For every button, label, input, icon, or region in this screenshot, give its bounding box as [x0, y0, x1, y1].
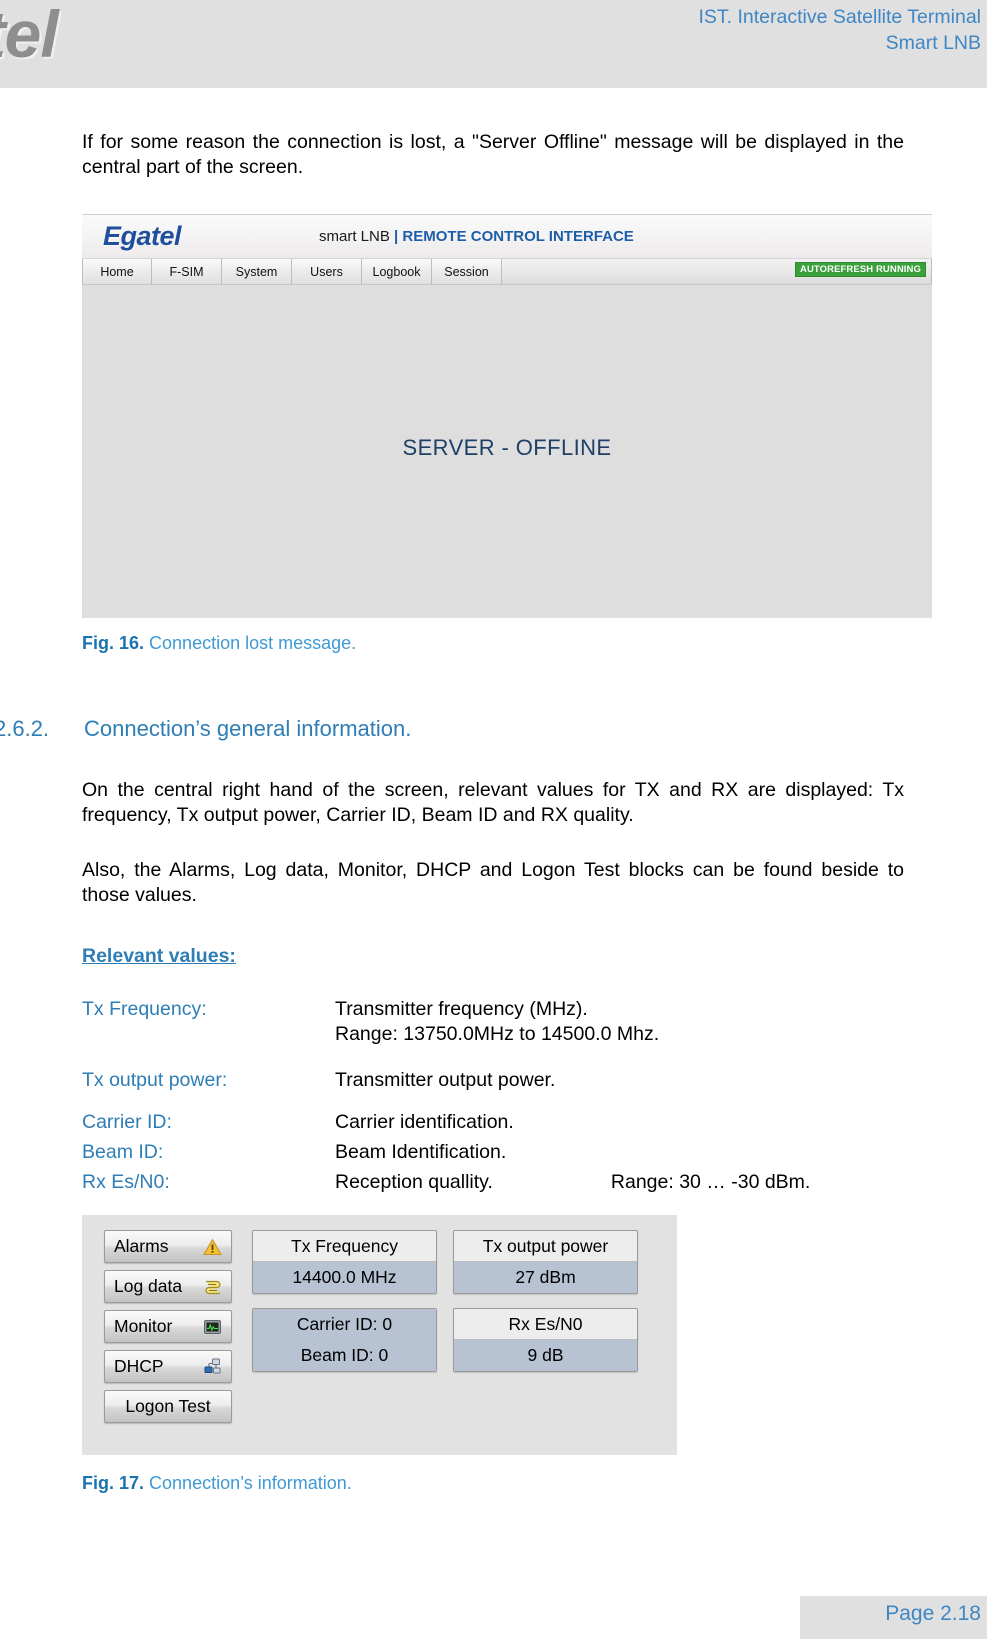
value-desc-beam-id: Beam Identification.: [335, 1141, 507, 1163]
rx-esn0-card: Rx Es/N0 9 dB: [453, 1308, 638, 1372]
value-term-tx-output-power: Tx output power:: [82, 1069, 228, 1091]
value-row-beam-id: Beam ID: Beam Identification.: [82, 1140, 912, 1165]
page-footer: Page 2.18: [800, 1596, 987, 1639]
value-cards: Tx Frequency 14400.0 MHz Carrier ID: 0 B…: [252, 1230, 638, 1423]
value-card-column-right: Tx output power 27 dBm Rx Es/N0 9 dB: [453, 1230, 638, 1423]
value-row-tx-frequency: Tx Frequency: Transmitter frequency (MHz)…: [82, 997, 912, 1047]
tx-output-power-card-label: Tx output power: [454, 1231, 637, 1262]
tx-frequency-card-label: Tx Frequency: [253, 1231, 436, 1262]
intro-paragraph: If for some reason the connection is los…: [82, 131, 904, 178]
dhcp-button[interactable]: DHCP: [104, 1350, 232, 1383]
server-offline-message: SERVER - OFFLINE: [402, 435, 612, 460]
navbar-filler: AUTOREFRESH RUNNING: [502, 259, 932, 284]
nav-item-fsim[interactable]: F-SIM: [152, 259, 222, 284]
value-range-tx-frequency: Range: 13750.0MHz to 14500.0 Mhz.: [335, 1023, 660, 1045]
section-title: Connection’s general information.: [84, 716, 412, 741]
value-desc-carrier-id: Carrier identification.: [335, 1111, 514, 1133]
value-term-tx-frequency: Tx Frequency:: [82, 998, 207, 1020]
rx-esn0-card-label: Rx Es/N0: [454, 1309, 637, 1340]
value-term-beam-id: Beam ID:: [82, 1141, 164, 1163]
figure-17-caption-text: Connection’s information.: [149, 1473, 352, 1493]
document-header-title: IST. Interactive Satellite Terminal Smar…: [698, 4, 981, 56]
section-paragraph-1: On the central right hand of the screen,…: [82, 779, 904, 826]
logon-test-button[interactable]: Logon Test: [104, 1390, 232, 1423]
app-title-separator: |: [389, 228, 403, 245]
figure-17-panel: Alarms Log data Monitor DHCP Logon Test …: [82, 1215, 677, 1455]
carrier-id-value: Carrier ID: 0: [253, 1309, 436, 1340]
carrier-beam-id-card: Carrier ID: 0 Beam ID: 0: [252, 1308, 437, 1372]
figure-16-number: Fig. 16.: [82, 633, 145, 653]
app-logo: Egatel: [103, 221, 182, 251]
value-row-rx-esn0: Rx Es/N0: Reception quallity. Range: 30 … …: [82, 1170, 912, 1195]
value-desc-tx-output-power: Transmitter output power.: [335, 1069, 556, 1091]
alarms-button-label: Alarms: [114, 1236, 169, 1256]
value-row-tx-output-power: Tx output power: Transmitter output power…: [82, 1068, 912, 1093]
warning-triangle-icon: [203, 1237, 222, 1256]
value-row-carrier-id: Carrier ID: Carrier identification.: [82, 1110, 912, 1135]
figure-17-number: Fig. 17.: [82, 1473, 145, 1493]
nav-item-home[interactable]: Home: [82, 259, 152, 284]
monitor-screen-icon: [203, 1317, 222, 1336]
rx-esn0-card-value: 9 dB: [454, 1340, 637, 1371]
tx-output-power-card-value: 27 dBm: [454, 1262, 637, 1293]
tx-output-power-card: Tx output power 27 dBm: [453, 1230, 638, 1294]
autorefresh-status-badge: AUTOREFRESH RUNNING: [794, 262, 926, 277]
page-header: atel IST. Interactive Satellite Terminal…: [0, 0, 987, 88]
company-logo: atel: [0, 0, 59, 71]
page-number: Page 2.18: [885, 1602, 981, 1625]
app-title-plain: smart LNB: [319, 228, 390, 245]
app-title: smart LNB | REMOTE CONTROL INTERFACE: [319, 228, 634, 245]
figure-16-caption: Fig. 16. Connection lost message.: [82, 633, 356, 654]
value-term-rx-esn0: Rx Es/N0:: [82, 1171, 170, 1193]
logon-test-button-label: Logon Test: [125, 1396, 211, 1416]
figure-17-inner: Alarms Log data Monitor DHCP Logon Test …: [104, 1230, 638, 1423]
value-term-carrier-id: Carrier ID:: [82, 1111, 172, 1133]
relevant-values-heading: Relevant values:: [82, 945, 236, 967]
monitor-button[interactable]: Monitor: [104, 1310, 232, 1343]
app-topbar: Egatel smart LNB | REMOTE CONTROL INTERF…: [82, 215, 932, 259]
figure-17-caption: Fig. 17. Connection’s information.: [82, 1473, 352, 1494]
monitor-button-label: Monitor: [114, 1316, 173, 1336]
tx-frequency-card: Tx Frequency 14400.0 MHz: [252, 1230, 437, 1294]
nav-item-session[interactable]: Session: [432, 259, 502, 284]
value-card-column-left: Tx Frequency 14400.0 MHz Carrier ID: 0 B…: [252, 1230, 437, 1423]
beam-id-value: Beam ID: 0: [253, 1340, 436, 1371]
app-navbar[interactable]: Home F-SIM System Users Logbook Session …: [82, 259, 932, 285]
header-title-line1: IST. Interactive Satellite Terminal: [698, 6, 981, 28]
alarms-button[interactable]: Alarms: [104, 1230, 232, 1263]
figure-16-caption-text: Connection lost message.: [149, 633, 357, 653]
app-canvas: SERVER - OFFLINE: [82, 285, 932, 617]
tx-frequency-card-value: 14400.0 MHz: [253, 1262, 436, 1293]
log-scroll-icon: [203, 1277, 222, 1296]
value-range-rx-esn0: Range: 30 … -30 dBm.: [610, 1171, 811, 1193]
section-paragraph-2: Also, the Alarms, Log data, Monitor, DHC…: [82, 859, 904, 906]
nav-item-system[interactable]: System: [222, 259, 292, 284]
nav-item-users[interactable]: Users: [292, 259, 362, 284]
section-heading: 2.6.2. Connection’s general information.: [0, 716, 900, 742]
value-desc-tx-frequency: Transmitter frequency (MHz).: [335, 998, 588, 1020]
log-data-button-label: Log data: [114, 1276, 183, 1296]
figure-16-screenshot: Egatel smart LNB | REMOTE CONTROL INTERF…: [82, 214, 932, 618]
section-number: 2.6.2.: [0, 716, 50, 741]
action-button-column: Alarms Log data Monitor DHCP Logon Test: [104, 1230, 232, 1423]
value-desc-rx-esn0: Reception quallity.: [335, 1171, 493, 1193]
header-title-line2: Smart LNB: [885, 32, 981, 54]
app-title-accent: REMOTE CONTROL INTERFACE: [402, 228, 634, 245]
log-data-button[interactable]: Log data: [104, 1270, 232, 1303]
network-nodes-icon: [203, 1357, 222, 1376]
dhcp-button-label: DHCP: [114, 1356, 164, 1376]
nav-item-logbook[interactable]: Logbook: [362, 259, 432, 284]
